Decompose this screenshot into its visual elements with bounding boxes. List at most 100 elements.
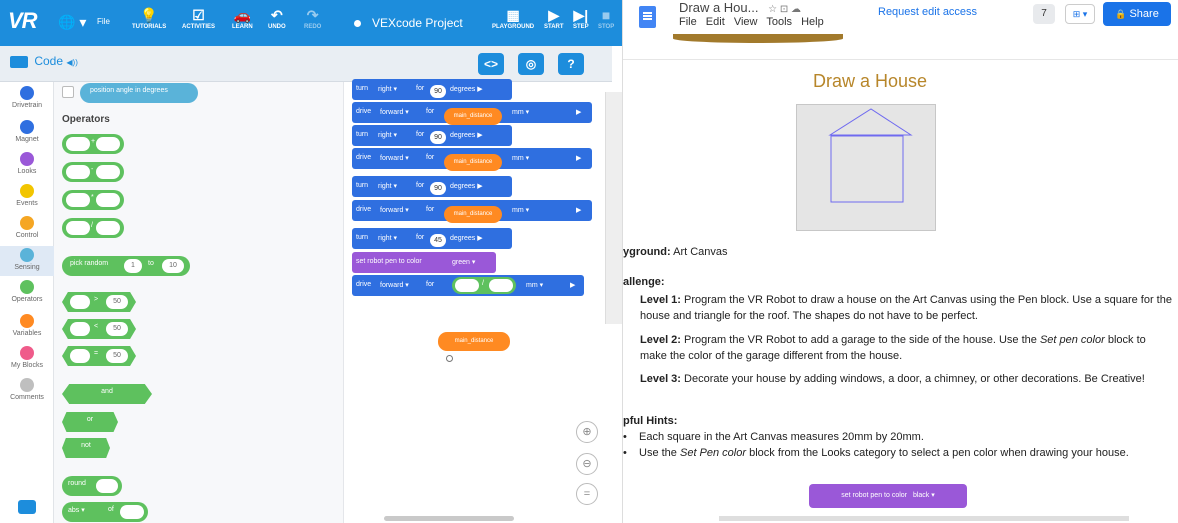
- main-distance-reporter[interactable]: main_distance: [444, 206, 502, 223]
- drive-block[interactable]: drive forward ▾ for main_distance mm ▾ ▶: [352, 200, 592, 223]
- help-button[interactable]: ?: [558, 53, 584, 75]
- menu-tools[interactable]: Tools: [766, 16, 792, 28]
- google-docs-logo-icon[interactable]: [639, 6, 656, 28]
- category-operators[interactable]: Operators: [0, 280, 54, 303]
- code-workspace[interactable]: turn right ▾ for 90 degrees ▶ drive forw…: [344, 79, 622, 523]
- category-variables[interactable]: Variables: [0, 314, 54, 337]
- redo-button[interactable]: ↷ REDO: [304, 6, 321, 30]
- playground-collapse-handle[interactable]: [605, 92, 622, 324]
- my-blocks-dot-icon: [20, 346, 34, 360]
- code-viewer-button[interactable]: <>: [478, 53, 504, 75]
- doc-title[interactable]: Draw a Hou... ☆ ⊡ ☁: [679, 0, 801, 15]
- divide-operator-block[interactable]: /: [62, 218, 124, 238]
- category-sensing[interactable]: Sensing: [0, 246, 54, 276]
- share-button[interactable]: 🔒 Share: [1103, 2, 1171, 26]
- extensions-icon[interactable]: [18, 500, 36, 514]
- undo-button[interactable]: ↶ UNDO: [268, 6, 286, 30]
- set-pen-color-block[interactable]: set robot pen to color green ▾: [352, 252, 496, 273]
- multiply-operator-block[interactable]: *: [62, 190, 124, 210]
- looks-dot-icon: [20, 152, 34, 166]
- playground-button[interactable]: ▦ PLAYGROUND: [492, 6, 534, 30]
- drive-block[interactable]: drive forward ▾ for main_distance mm ▾ ▶: [352, 148, 592, 171]
- category-comments[interactable]: Comments: [0, 378, 54, 401]
- main-distance-reporter[interactable]: main_distance: [444, 108, 502, 125]
- learn-button[interactable]: 🚗 LEARN: [232, 6, 253, 30]
- code-tab[interactable]: Code ◀)): [10, 54, 78, 68]
- turn-block[interactable]: turn right ▾ for 90 degrees ▶: [352, 79, 512, 100]
- round-block[interactable]: round: [62, 476, 122, 496]
- language-globe-icon[interactable]: 🌐 ▾: [58, 14, 86, 31]
- main-distance-reporter[interactable]: main_distance: [444, 154, 502, 171]
- playground-line: yground: Art Canvas: [623, 246, 728, 258]
- not-block[interactable]: not: [62, 438, 110, 458]
- doc-heading: Draw a House: [813, 71, 928, 91]
- or-block[interactable]: or: [62, 412, 118, 432]
- turn-block[interactable]: turn right ▾ for 45 degrees ▶: [352, 228, 512, 249]
- category-events[interactable]: Events: [0, 184, 54, 207]
- drive-divide-block[interactable]: drive forward ▾ for / mm ▾ ▶: [352, 275, 584, 296]
- menu-help[interactable]: Help: [801, 16, 824, 28]
- workspace-h-scrollbar[interactable]: [384, 516, 514, 521]
- speaker-icon[interactable]: ◀)): [66, 58, 77, 67]
- step-button[interactable]: ▶| STEP: [573, 6, 589, 30]
- robot-car-icon: 🚗: [233, 7, 252, 23]
- category-magnet[interactable]: Magnet: [0, 120, 54, 143]
- vexcode-window: VR 🌐 ▾ File 💡 TUTORIALS ☑ ACTIVITIES 🚗 L…: [0, 0, 622, 523]
- loose-main-distance-reporter[interactable]: main_distance: [438, 332, 510, 351]
- pick-random-block[interactable]: pick random 1 to 10: [62, 256, 190, 276]
- category-drivetrain[interactable]: Drivetrain: [0, 86, 54, 109]
- screen: VR 🌐 ▾ File 💡 TUTORIALS ☑ ACTIVITIES 🚗 L…: [0, 0, 1178, 523]
- divide-reporter[interactable]: /: [452, 277, 516, 294]
- play-icon: ▶: [548, 7, 560, 23]
- request-edit-access-link[interactable]: Request edit access: [878, 6, 977, 18]
- start-button[interactable]: ▶ START: [544, 6, 564, 30]
- reporter-checkbox[interactable]: [62, 86, 74, 98]
- challenge-label: allenge:: [623, 276, 665, 288]
- equals-block[interactable]: = 50: [62, 346, 136, 366]
- cursor-ring-icon: [446, 355, 453, 362]
- header-banner-decoration: [673, 34, 843, 43]
- doc-h-scrollbar[interactable]: [719, 516, 1129, 521]
- redo-icon: ↷: [306, 7, 319, 23]
- lock-icon: 🔒: [1115, 9, 1127, 19]
- zoom-in-icon[interactable]: ⊕: [576, 421, 598, 443]
- tutorials-button[interactable]: 💡 TUTORIALS: [132, 6, 166, 30]
- category-control[interactable]: Control: [0, 216, 54, 239]
- position-angle-reporter[interactable]: position angle in degrees: [80, 83, 198, 103]
- project-status-dot: [354, 20, 361, 27]
- add-operator-block[interactable]: +: [62, 134, 124, 154]
- dashboard-button[interactable]: ◎: [518, 53, 544, 75]
- turn-block[interactable]: turn right ▾ for 90 degrees ▶: [352, 176, 512, 197]
- present-icon[interactable]: ⊞ ▾: [1065, 4, 1095, 24]
- set-pen-color-black-image: set robot pen to color black ▾: [809, 484, 967, 508]
- category-looks[interactable]: Looks: [0, 152, 54, 175]
- category-my-blocks[interactable]: My Blocks: [0, 346, 54, 369]
- doc-menu-bar: File Edit View Tools Help: [679, 16, 830, 28]
- activities-button[interactable]: ☑ ACTIVITIES: [182, 6, 215, 30]
- turn-block[interactable]: turn right ▾ for 90 degrees ▶: [352, 125, 512, 146]
- doc-header: Draw a Hou... ☆ ⊡ ☁ File Edit View Tools…: [623, 0, 1178, 60]
- menu-file[interactable]: File: [679, 16, 697, 28]
- level-3-paragraph: Level 3: Decorate your house by adding w…: [640, 373, 1145, 385]
- drive-block[interactable]: drive forward ▾ for main_distance mm ▾ ▶: [352, 102, 592, 125]
- events-dot-icon: [20, 184, 34, 198]
- vex-topbar: VR 🌐 ▾ File 💡 TUTORIALS ☑ ACTIVITIES 🚗 L…: [0, 0, 622, 46]
- abs-of-block[interactable]: abs ▾ of: [62, 502, 148, 522]
- menu-edit[interactable]: Edit: [706, 16, 725, 28]
- menu-view[interactable]: View: [734, 16, 758, 28]
- control-dot-icon: [20, 216, 34, 230]
- star-move-cloud-icon[interactable]: ☆ ⊡ ☁: [768, 4, 801, 15]
- comments-count-badge[interactable]: 7: [1033, 4, 1055, 24]
- house-drawing-image: [796, 104, 936, 231]
- operators-dot-icon: [20, 280, 34, 294]
- greater-than-block[interactable]: > 50: [62, 292, 136, 312]
- subtract-operator-block[interactable]: -: [62, 162, 124, 182]
- less-than-block[interactable]: < 50: [62, 319, 136, 339]
- blocks-stack-icon: [10, 55, 28, 68]
- zoom-reset-icon[interactable]: =: [576, 483, 598, 505]
- and-block[interactable]: and: [62, 384, 152, 404]
- stop-button[interactable]: ■ STOP: [598, 6, 614, 30]
- file-menu[interactable]: File: [97, 17, 110, 26]
- zoom-out-icon[interactable]: ⊖: [576, 453, 598, 475]
- project-name[interactable]: VEXcode Project: [372, 16, 463, 30]
